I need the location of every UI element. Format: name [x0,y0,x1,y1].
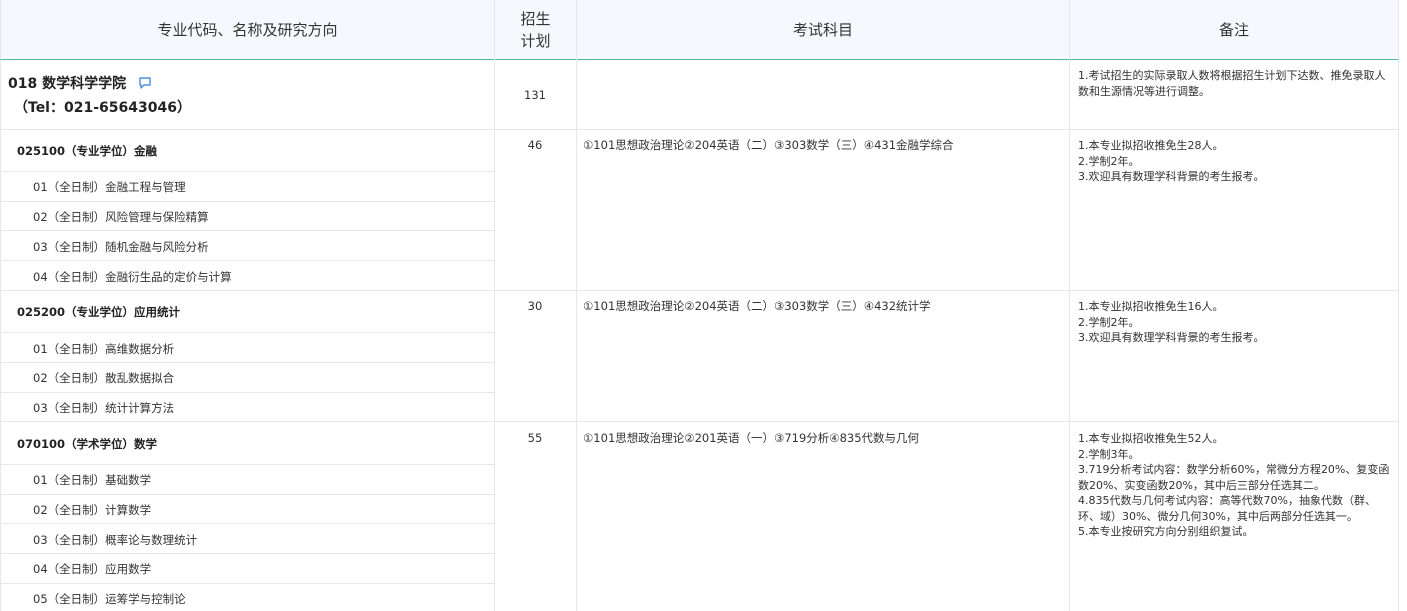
major-subjects: ①101思想政治理论②201英语（一）③719分析④835代数与几何 [583,431,920,445]
note-line: 3.欢迎具有数理学科背景的考生报考。 [1078,331,1265,344]
direction-item: 05（全日制）运筹学与控制论 [33,592,186,606]
grid-line [0,464,494,465]
major-quota: 46 [527,138,543,152]
note-line: 2.学制2年。 [1078,315,1140,329]
note-line: 2.学制2年。 [1078,154,1140,168]
grid-line [0,553,494,554]
direction-item: 04（全日制）应用数学 [33,562,152,576]
direction-item: 02（全日制）风险管理与保险精算 [33,210,209,224]
dept-tel: （Tel：021-65643046） [14,100,191,116]
grid-line [576,60,577,611]
note-line: 环、域）30%、微分几何30%，其中后两部分任选其一。 [1078,509,1358,523]
dept-name: 018 数学科学学院 [8,73,152,93]
note-line: 2.学制3年。 [1078,447,1140,461]
direction-item: 02（全日制）散乱数据拟合 [33,371,175,385]
grid-line [0,230,494,231]
direction-item: 03（全日制）概率论与数理统计 [33,533,198,547]
major-notes: 1.本专业拟招收推免生52人。 2.学制3年。 3.719分析考试内容：数学分析… [1078,431,1392,540]
direction-item: 03（全日制）随机金融与风险分析 [33,240,209,254]
major-title: 025200（专业学位）应用统计 [17,305,181,319]
direction-item: 01（全日制）高维数据分析 [33,342,175,356]
header-subjects: 考试科目 [577,0,1070,60]
major-notes: 1.本专业拟招收推免生16人。 2.学制2年。 3.欢迎具有数理学科背景的考生报… [1078,299,1392,346]
major-quota: 55 [527,431,543,445]
grid-line [0,332,494,333]
major-notes: 1.本专业拟招收推免生28人。 2.学制2年。 3.欢迎具有数理学科背景的考生报… [1078,138,1392,185]
note-line: 1.本专业拟招收推免生28人。 [1078,139,1224,152]
grid-line [0,421,1398,422]
note-line: 1.本专业拟招收推免生16人。 [1078,300,1224,313]
note-line: 1.考试招生的实际录取人数将根据招生计划下达数、推免录取人 [1078,69,1386,82]
dept-quota: 131 [524,88,546,102]
grid-line [0,171,494,172]
note-line: 3.719分析考试内容：数学分析60%，常微分方程20%、复变函 [1078,463,1390,476]
grid-line [0,583,494,584]
direction-item: 01（全日制）基础数学 [33,473,152,487]
direction-item: 04（全日制）金融衍生品的定价与计算 [33,270,232,284]
grid-line [0,290,1398,291]
major-subjects: ①101思想政治理论②204英语（二）③303数学（三）④431金融学综合 [583,138,954,152]
grid-line [0,201,494,202]
admissions-table: 专业代码、名称及研究方向 招生 计划 考试科目 备注 018 数学科学学院 （T… [0,0,1407,611]
comment-icon[interactable] [138,76,152,90]
grid-line [1069,60,1070,611]
dept-name-text: 018 数学科学学院 [8,76,127,92]
header-notes: 备注 [1070,0,1399,60]
major-quota: 30 [527,299,543,313]
major-subjects: ①101思想政治理论②204英语（二）③303数学（三）④432统计学 [583,299,931,313]
grid-line [0,362,494,363]
note-line: 4.835代数与几何考试内容：高等代数70%，抽象代数（群、 [1078,494,1376,507]
note-line: 1.本专业拟招收推免生52人。 [1078,432,1224,445]
grid-line [0,392,494,393]
header-quota: 招生 计划 [495,0,577,60]
grid-line [0,60,1,611]
note-line: 数和生源情况等进行调整。 [1078,84,1210,98]
table-header: 专业代码、名称及研究方向 招生 计划 考试科目 备注 [0,0,1399,60]
direction-item: 01（全日制）金融工程与管理 [33,180,186,194]
note-line: 数20%、实变函数20%，其中后三部分任选其二。 [1078,478,1325,492]
note-line: 3.欢迎具有数理学科背景的考生报考。 [1078,170,1265,183]
grid-line [0,260,494,261]
dept-notes: 1.考试招生的实际录取人数将根据招生计划下达数、推免录取人 数和生源情况等进行调… [1078,68,1392,99]
grid-line [0,494,494,495]
major-title: 070100（学术学位）数学 [17,437,158,451]
direction-item: 02（全日制）计算数学 [33,503,152,517]
major-title: 025100（专业学位）金融 [17,144,158,158]
direction-item: 03（全日制）统计计算方法 [33,401,175,415]
header-quota-line2: 计划 [520,32,551,50]
grid-line [1398,60,1399,611]
grid-line [0,523,494,524]
note-line: 5.本专业按研究方向分别组织复试。 [1078,525,1254,538]
header-major: 专业代码、名称及研究方向 [1,0,495,60]
grid-line [0,129,1398,130]
header-quota-line1: 招生 [520,10,551,28]
